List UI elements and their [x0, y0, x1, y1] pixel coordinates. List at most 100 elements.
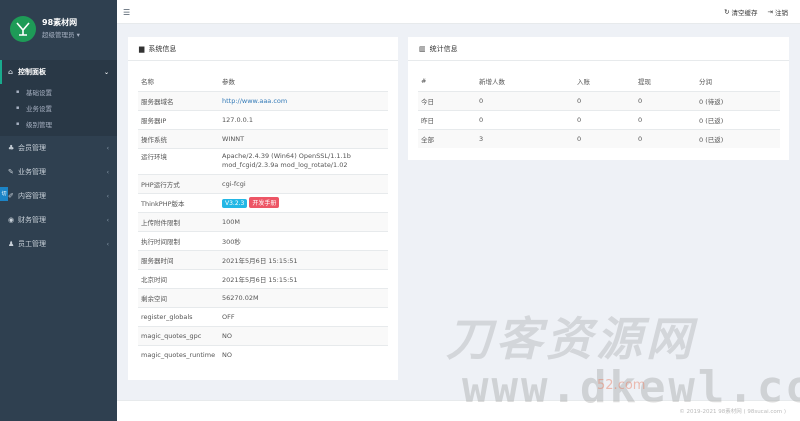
edit-icon: ✐	[8, 192, 14, 200]
dev-manual-button[interactable]: 开发手册	[249, 197, 280, 208]
cell-new-users: 3	[476, 128, 574, 148]
table-header-row: 名称 参数	[138, 72, 388, 91]
watermark-tag-number: 52	[597, 378, 614, 393]
panel-title: 系统信息	[148, 44, 177, 53]
pin-icon: ✎	[8, 168, 14, 176]
table-row: register_globals OFF	[138, 306, 388, 326]
sidebar-subitem-label: 级别管理	[26, 121, 52, 129]
sidebar-subitem-label: 基础设置	[26, 89, 52, 97]
table-row: 执行时间限制 300秒	[138, 230, 388, 250]
cell-profit-share: 0 (已返)	[696, 128, 780, 148]
cell-value-line: Apache/2.4.39 (Win64) OpenSSL/1.1.1b	[222, 152, 351, 160]
column-header: 名称	[141, 78, 154, 87]
cell-value-line: mod_fcgid/2.3.9a mod_log_rotate/1.02	[222, 161, 348, 169]
cell-new-users: 0	[476, 109, 574, 129]
watermark-tag: 52.com	[597, 378, 646, 393]
panel-header: ▥ 统计信息	[408, 37, 789, 61]
table-row: 运行环境 Apache/2.4.39 (Win64) OpenSSL/1.1.1b…	[138, 147, 388, 174]
sidebar-item-content[interactable]: ✐ 内容管理 ‹	[0, 184, 117, 208]
top-actions: ↻ 清空缓存 ⇥ 注销	[724, 7, 788, 17]
users-icon: ♣	[8, 144, 15, 152]
cell-value: 300秒	[219, 230, 388, 250]
bullet-icon: ▪	[16, 105, 20, 111]
sidebar-item-label: 财务管理	[18, 216, 46, 224]
cell-name: magic_quotes_gpc	[138, 325, 219, 345]
logout-icon: ⇥	[767, 8, 773, 16]
column-header: 参数	[222, 78, 235, 87]
cell-period: 昨日	[418, 109, 476, 129]
cell-income: 0	[574, 128, 635, 148]
cell-name: 执行时间限制	[138, 230, 219, 250]
table-row: magic_quotes_gpc NO	[138, 325, 388, 345]
cell-value: 2021年5月6日 15:15:51	[219, 268, 388, 288]
stats-table: # 新增人数 入账 提现 分润 今日 0 0 0 0 (待返) 昨日 0 0 0…	[418, 72, 780, 148]
sidebar-item-finance[interactable]: ◉ 财务管理 ‹	[0, 208, 117, 232]
sidebar-item-label: 业务管理	[18, 168, 46, 176]
cell-name: ThinkPHP版本	[138, 192, 219, 212]
dashboard-submenu: ▪ 基础设置 ▪ 业务设置 ▪ 级别管理	[0, 84, 117, 136]
sidebar: 98素材网 超级管理员 ▾ ⌂ 控制面板 ⌄ ▪ 基础设置 ▪ 业务设置 ▪ 级…	[0, 0, 117, 421]
cell-income: 0	[574, 109, 635, 129]
panel-title: 统计信息	[429, 44, 458, 53]
stats-panel: ▥ 统计信息 # 新增人数 入账 提现 分润 今日 0 0 0 0 (待返) 昨…	[408, 37, 789, 160]
sidebar-item-members[interactable]: ♣ 会员管理 ‹	[0, 136, 117, 160]
cell-value: WINNT	[219, 128, 388, 148]
cell-withdraw: 0	[635, 109, 696, 129]
server-domain-link[interactable]: http://www.aaa.com	[219, 90, 388, 110]
home-icon: ⌂	[8, 68, 14, 76]
sidebar-subitem-level-management[interactable]: ▪ 级别管理	[0, 116, 117, 132]
sidebar-item-dashboard[interactable]: ⌂ 控制面板 ⌄	[0, 60, 117, 84]
table-row: 服务器IP 127.0.0.1	[138, 109, 388, 129]
logout-button[interactable]: ⇥ 注销	[768, 7, 788, 17]
chevron-left-icon: ‹	[106, 216, 109, 224]
table-row: 服务器时间 2021年5月6日 15:15:51	[138, 249, 388, 269]
sidebar-subitem-business-settings[interactable]: ▪ 业务设置	[0, 100, 117, 116]
column-header: 提现	[638, 78, 651, 87]
table-header-row: # 新增人数 入账 提现 分润	[418, 72, 780, 91]
cell-name: PHP运行方式	[138, 173, 219, 193]
cell-profit-share: 0 (已返)	[696, 109, 780, 129]
chevron-left-icon: ‹	[106, 192, 109, 200]
menu-toggle-icon[interactable]: ☰	[123, 8, 130, 17]
sidebar-item-label: 内容管理	[18, 192, 46, 200]
chevron-left-icon: ‹	[106, 240, 109, 248]
table-row: magic_quotes_runtime NO	[138, 344, 388, 364]
cell-name: register_globals	[138, 306, 219, 326]
topbar: ☰ ↻ 清空缓存 ⇥ 注销	[117, 0, 800, 24]
logout-label: 注销	[775, 9, 788, 17]
cell-value: NO	[219, 325, 388, 345]
sidebar-item-label: 员工管理	[18, 240, 46, 248]
system-info-table: 名称 参数 服务器域名 http://www.aaa.com 服务器IP 127.0…	[138, 72, 388, 364]
table-row: 操作系统 WINNT	[138, 128, 388, 148]
clear-cache-button[interactable]: ↻ 清空缓存	[724, 7, 757, 17]
cell-withdraw: 0	[635, 128, 696, 148]
sidebar-item-label: 控制面板	[18, 68, 46, 76]
finance-icon: ◉	[8, 216, 15, 224]
watermark-title: 刀客资源网	[446, 312, 696, 366]
cell-period: 全部	[418, 128, 476, 148]
table-row: 今日 0 0 0 0 (待返)	[418, 90, 780, 110]
logo[interactable]	[10, 16, 36, 42]
chevron-left-icon: ‹	[106, 168, 109, 176]
side-toggle-tab[interactable]: 切	[0, 187, 8, 201]
panel-header: ▆ 系统信息	[128, 37, 398, 61]
table-row: 北京时间 2021年5月6日 15:15:51	[138, 268, 388, 288]
sidebar-item-staff[interactable]: ♟ 员工管理 ‹	[0, 232, 117, 256]
column-header: 分润	[699, 78, 712, 87]
cell-value: 2021年5月6日 15:15:51	[219, 249, 388, 269]
table-row: 全部 3 0 0 0 (已返)	[418, 128, 780, 148]
cell-name: 运行环境	[138, 147, 219, 174]
cell-name: 剩余空间	[138, 287, 219, 307]
cell-value: cgi-fcgi	[219, 173, 388, 193]
bullet-icon: ▪	[16, 121, 20, 127]
sidebar-item-business[interactable]: ✎ 业务管理 ‹	[0, 160, 117, 184]
cell-period: 今日	[418, 90, 476, 110]
sidebar-subitem-basic-settings[interactable]: ▪ 基础设置	[0, 84, 117, 100]
cell-value: Apache/2.4.39 (Win64) OpenSSL/1.1.1b mod_…	[219, 147, 388, 174]
cell-value: V3.2.3 开发手册	[219, 192, 388, 212]
user-role-dropdown[interactable]: 超级管理员 ▾	[42, 29, 80, 41]
cell-value: NO	[219, 344, 388, 364]
cell-name: 操作系统	[138, 128, 219, 148]
cell-withdraw: 0	[635, 90, 696, 110]
cell-new-users: 0	[476, 90, 574, 110]
